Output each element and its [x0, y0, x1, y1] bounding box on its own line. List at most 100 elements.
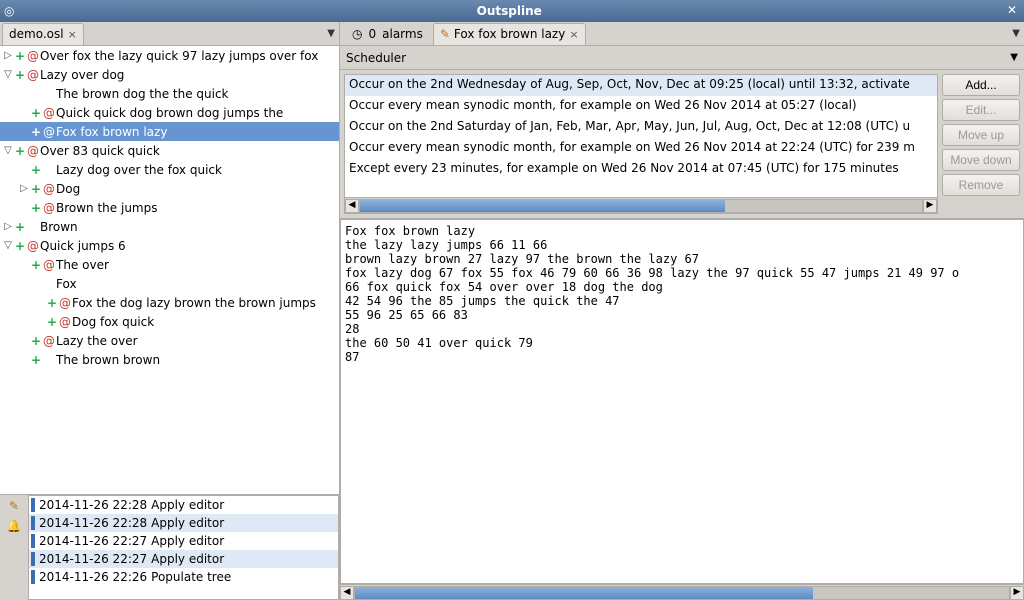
- history-marker: [31, 498, 35, 512]
- close-icon[interactable]: ✕: [1004, 3, 1020, 19]
- tab-label: demo.osl: [9, 27, 64, 41]
- tree-toggle-icon[interactable]: ▽: [2, 69, 14, 80]
- tree-item[interactable]: The brown dog the the quick: [0, 84, 339, 103]
- history-time: 2014-11-26 22:26: [39, 570, 147, 584]
- remove-button[interactable]: Remove: [942, 174, 1020, 196]
- history-action: Apply editor: [151, 498, 224, 512]
- plus-icon: +: [14, 49, 26, 63]
- tree-toggle-icon[interactable]: ▷: [18, 183, 30, 194]
- schedule-icon: @: [26, 144, 40, 158]
- rule-item[interactable]: Except every 23 minutes, for example on …: [345, 159, 937, 180]
- history-row[interactable]: 2014-11-26 22:28 Apply editor: [29, 496, 338, 514]
- tree-item[interactable]: +@Dog fox quick: [0, 312, 339, 331]
- history-action: Apply editor: [151, 534, 224, 548]
- tree-item[interactable]: +@Fox fox brown lazy: [0, 122, 339, 141]
- titlebar: ◎ Outspline ✕: [0, 0, 1024, 22]
- tree-item-label: Quick jumps 6: [40, 239, 126, 253]
- tree-item[interactable]: ▽+@Over 83 quick quick: [0, 141, 339, 160]
- plus-icon: +: [30, 106, 42, 120]
- tree-item[interactable]: ▷+@Over fox the lazy quick 97 lazy jumps…: [0, 46, 339, 65]
- tree-toggle-icon[interactable]: ▽: [2, 145, 14, 156]
- plus-icon: +: [30, 182, 42, 196]
- plus-icon: +: [30, 334, 42, 348]
- tree-item[interactable]: +@The over: [0, 255, 339, 274]
- schedule-icon: @: [58, 315, 72, 329]
- schedule-icon: @: [42, 201, 56, 215]
- app-icon: ◎: [4, 4, 14, 18]
- tree-item[interactable]: +@Lazy the over: [0, 331, 339, 350]
- alarms-indicator[interactable]: ◷ 0 alarms: [342, 27, 433, 41]
- tree-item[interactable]: ▷+@Dog: [0, 179, 339, 198]
- rule-item[interactable]: Occur on the 2nd Wednesday of Aug, Sep, …: [345, 75, 937, 96]
- tree-item-label: Lazy the over: [56, 334, 138, 348]
- schedule-icon: @: [42, 106, 56, 120]
- history-row[interactable]: 2014-11-26 22:28 Apply editor: [29, 514, 338, 532]
- history-time: 2014-11-26 22:28: [39, 498, 147, 512]
- move-down-button[interactable]: Move down: [942, 149, 1020, 171]
- scheduler-header[interactable]: Scheduler ▼: [340, 46, 1024, 70]
- history-row[interactable]: 2014-11-26 22:26 Populate tree: [29, 568, 338, 586]
- rule-item[interactable]: Occur every mean synodic month, for exam…: [345, 96, 937, 117]
- bell-icon[interactable]: 🔔: [7, 519, 22, 533]
- close-icon[interactable]: ×: [68, 28, 77, 41]
- history-row[interactable]: 2014-11-26 22:27Apply editor: [29, 532, 338, 550]
- plus-icon: +: [14, 239, 26, 253]
- plus-icon: +: [46, 315, 58, 329]
- scroll-right-icon[interactable]: ▶: [1010, 586, 1024, 600]
- rules-list[interactable]: Occur on the 2nd Wednesday of Aug, Sep, …: [344, 74, 938, 214]
- chevron-down-icon[interactable]: ▼: [327, 28, 335, 39]
- rule-item[interactable]: Occur every mean synodic month, for exam…: [345, 138, 937, 159]
- chevron-down-icon[interactable]: ▼: [1010, 52, 1018, 63]
- history-time: 2014-11-26 22:28: [39, 516, 147, 530]
- tree-item[interactable]: +@Fox the dog lazy brown the brown jumps: [0, 293, 339, 312]
- history-time: 2014-11-26 22:27: [39, 552, 147, 566]
- tree-item-label: Brown: [40, 220, 78, 234]
- tree-item[interactable]: +@Quick quick dog brown dog jumps the: [0, 103, 339, 122]
- editor-scrollbar[interactable]: ◀ ▶: [340, 584, 1024, 600]
- edit-button[interactable]: Edit...: [942, 99, 1020, 121]
- window-title: Outspline: [14, 4, 1004, 18]
- history-row[interactable]: 2014-11-26 22:27 Apply editor: [29, 550, 338, 568]
- move-up-button[interactable]: Move up: [942, 124, 1020, 146]
- schedule-icon: @: [42, 258, 56, 272]
- history-action: Apply editor: [151, 516, 224, 530]
- rules-scrollbar[interactable]: ◀ ▶: [345, 197, 937, 213]
- tree-item-label: Quick quick dog brown dog jumps the: [56, 106, 283, 120]
- history-list[interactable]: 2014-11-26 22:28Apply editor2014-11-26 2…: [28, 495, 339, 600]
- scroll-left-icon[interactable]: ◀: [345, 199, 359, 213]
- tree-item-label: The brown brown: [56, 353, 160, 367]
- schedule-icon: @: [42, 334, 56, 348]
- scroll-left-icon[interactable]: ◀: [340, 586, 354, 600]
- outline-tree[interactable]: ▷+@Over fox the lazy quick 97 lazy jumps…: [0, 46, 339, 494]
- edit-icon[interactable]: ✎: [9, 499, 19, 513]
- tab-item-editor[interactable]: ✎ Fox fox brown lazy ×: [433, 23, 586, 45]
- plus-icon: +: [14, 144, 26, 158]
- rule-item[interactable]: Occur on the 2nd Saturday of Jan, Feb, M…: [345, 117, 937, 138]
- tree-toggle-icon[interactable]: ▷: [2, 50, 14, 61]
- tree-item-label: Brown the jumps: [56, 201, 157, 215]
- history-action: Populate tree: [151, 570, 231, 584]
- tree-toggle-icon[interactable]: ▽: [2, 240, 14, 251]
- plus-icon: +: [30, 201, 42, 215]
- tree-item-label: Lazy over dog: [40, 68, 124, 82]
- plus-icon: +: [30, 258, 42, 272]
- tree-item-label: Dog: [56, 182, 80, 196]
- tree-item[interactable]: +@Brown the jumps: [0, 198, 339, 217]
- tree-item[interactable]: +The brown brown: [0, 350, 339, 369]
- item-text-editor[interactable]: Fox fox brown lazy the lazy lazy jumps 6…: [340, 219, 1024, 584]
- tree-item-label: Over fox the lazy quick 97 lazy jumps ov…: [40, 49, 318, 63]
- tree-item[interactable]: ▽+@Quick jumps 6: [0, 236, 339, 255]
- tree-item[interactable]: +Lazy dog over the fox quick: [0, 160, 339, 179]
- schedule-icon: @: [26, 68, 40, 82]
- tree-toggle-icon[interactable]: ▷: [2, 221, 14, 232]
- close-icon[interactable]: ×: [569, 28, 578, 41]
- scroll-right-icon[interactable]: ▶: [923, 199, 937, 213]
- tree-item[interactable]: ▷+Brown: [0, 217, 339, 236]
- tree-item[interactable]: ▽+@Lazy over dog: [0, 65, 339, 84]
- add-button[interactable]: Add...: [942, 74, 1020, 96]
- history-action: Apply editor: [151, 552, 224, 566]
- tab-demo-osl[interactable]: demo.osl ×: [2, 23, 84, 45]
- chevron-down-icon[interactable]: ▼: [1012, 28, 1020, 39]
- schedule-icon: @: [42, 182, 56, 196]
- tree-item[interactable]: Fox: [0, 274, 339, 293]
